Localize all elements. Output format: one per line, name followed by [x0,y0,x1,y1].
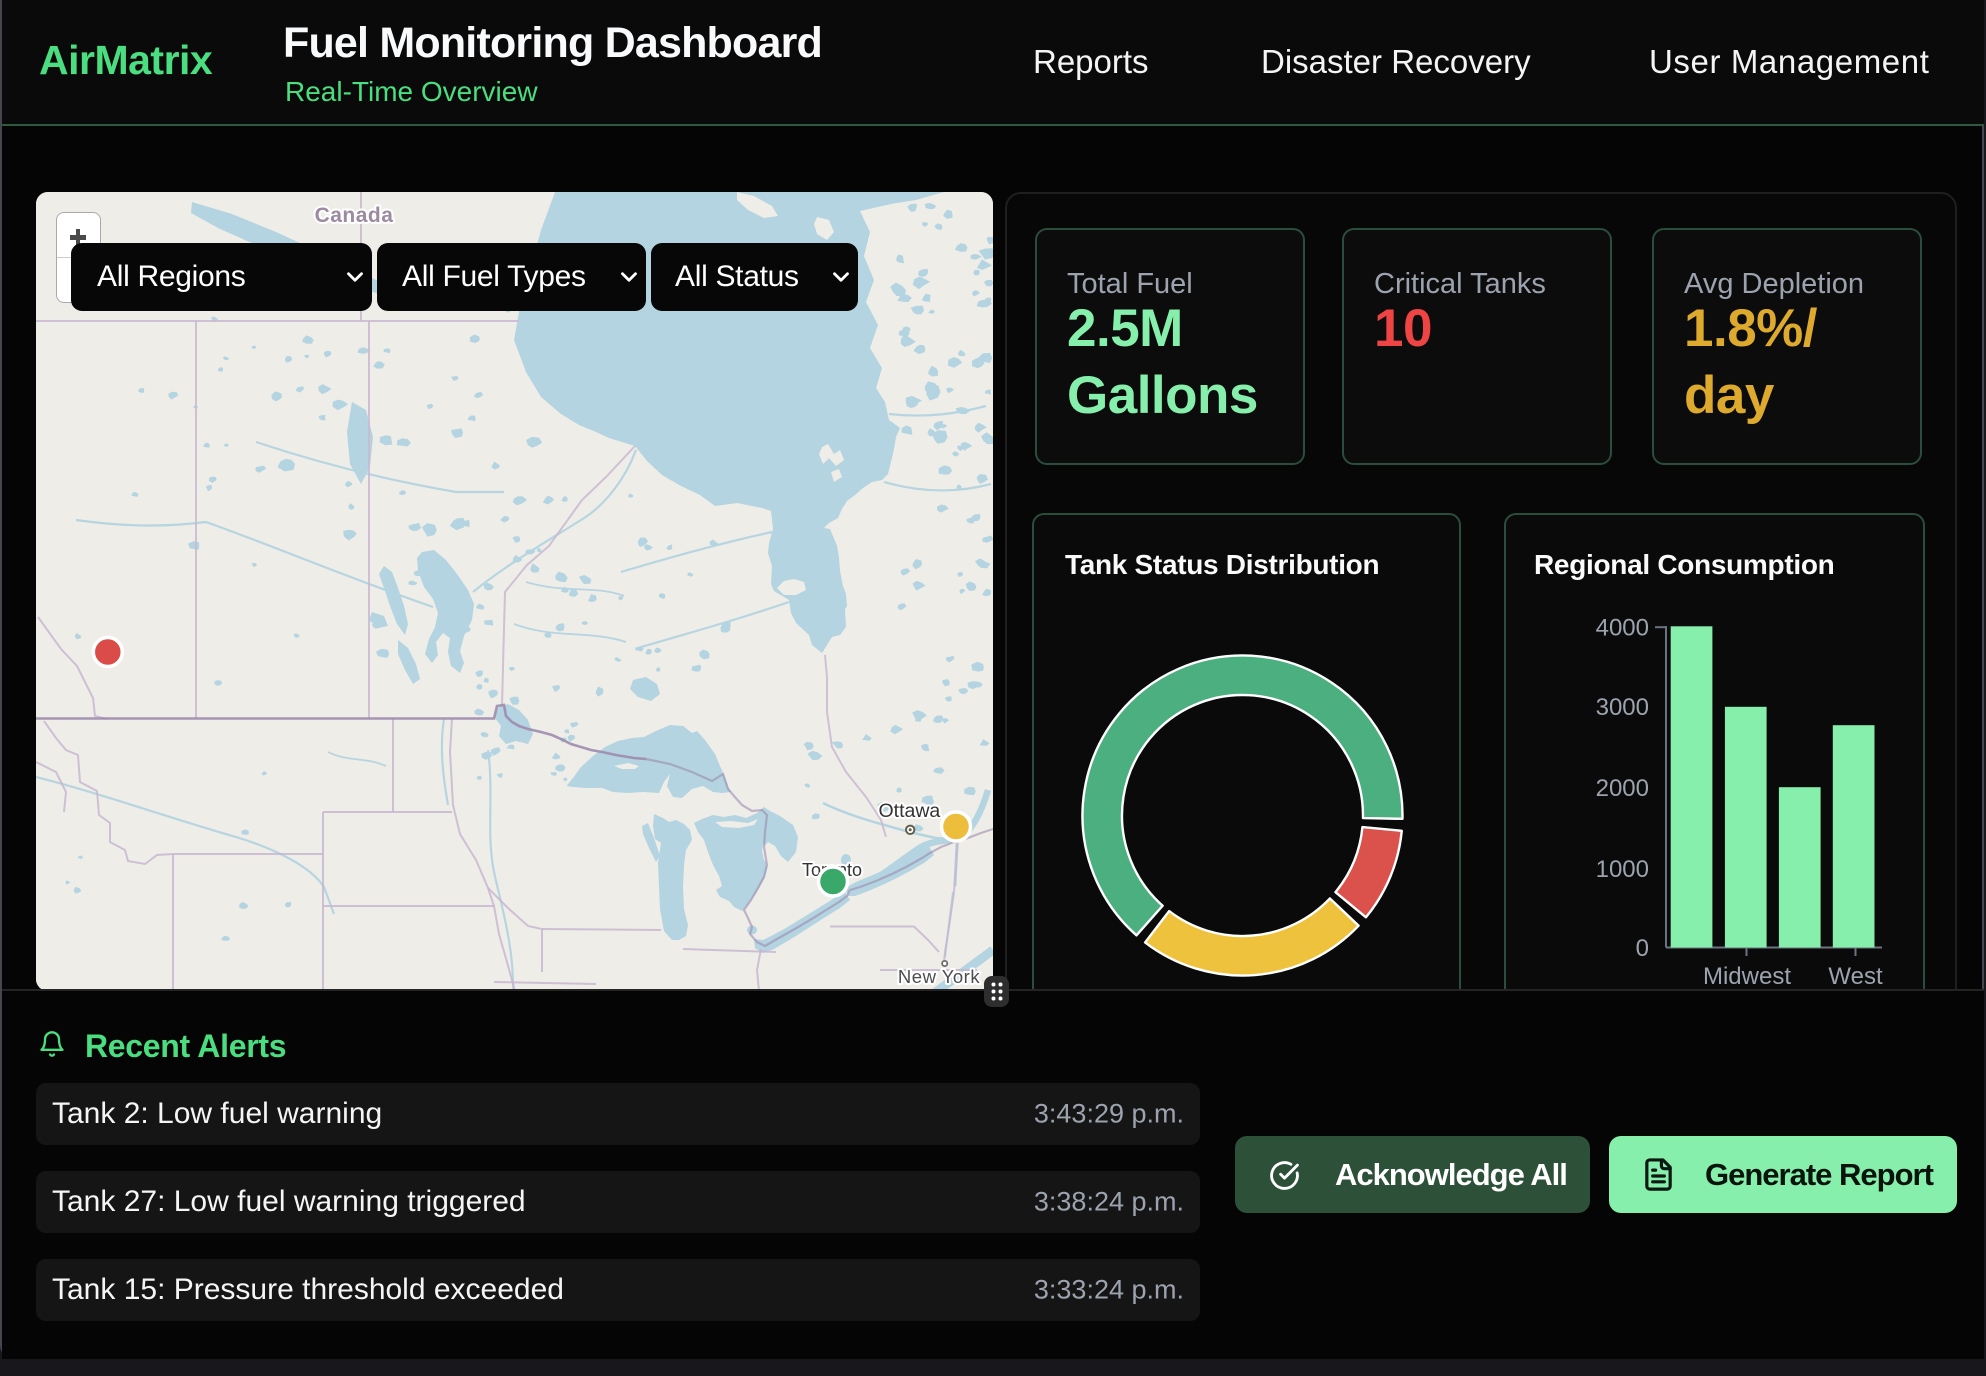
svg-text:1000: 1000 [1596,856,1649,883]
svg-text:Midwest: Midwest [1703,963,1791,990]
svg-text:New York: New York [898,966,980,987]
svg-text:Ottawa: Ottawa [879,800,941,822]
svg-text:Canada: Canada [315,204,394,227]
svg-text:3000: 3000 [1596,694,1649,721]
svg-text:4000: 4000 [1596,615,1649,642]
svg-text:West: West [1828,963,1883,990]
svg-text:2000: 2000 [1596,775,1649,802]
svg-text:0: 0 [1636,935,1649,962]
